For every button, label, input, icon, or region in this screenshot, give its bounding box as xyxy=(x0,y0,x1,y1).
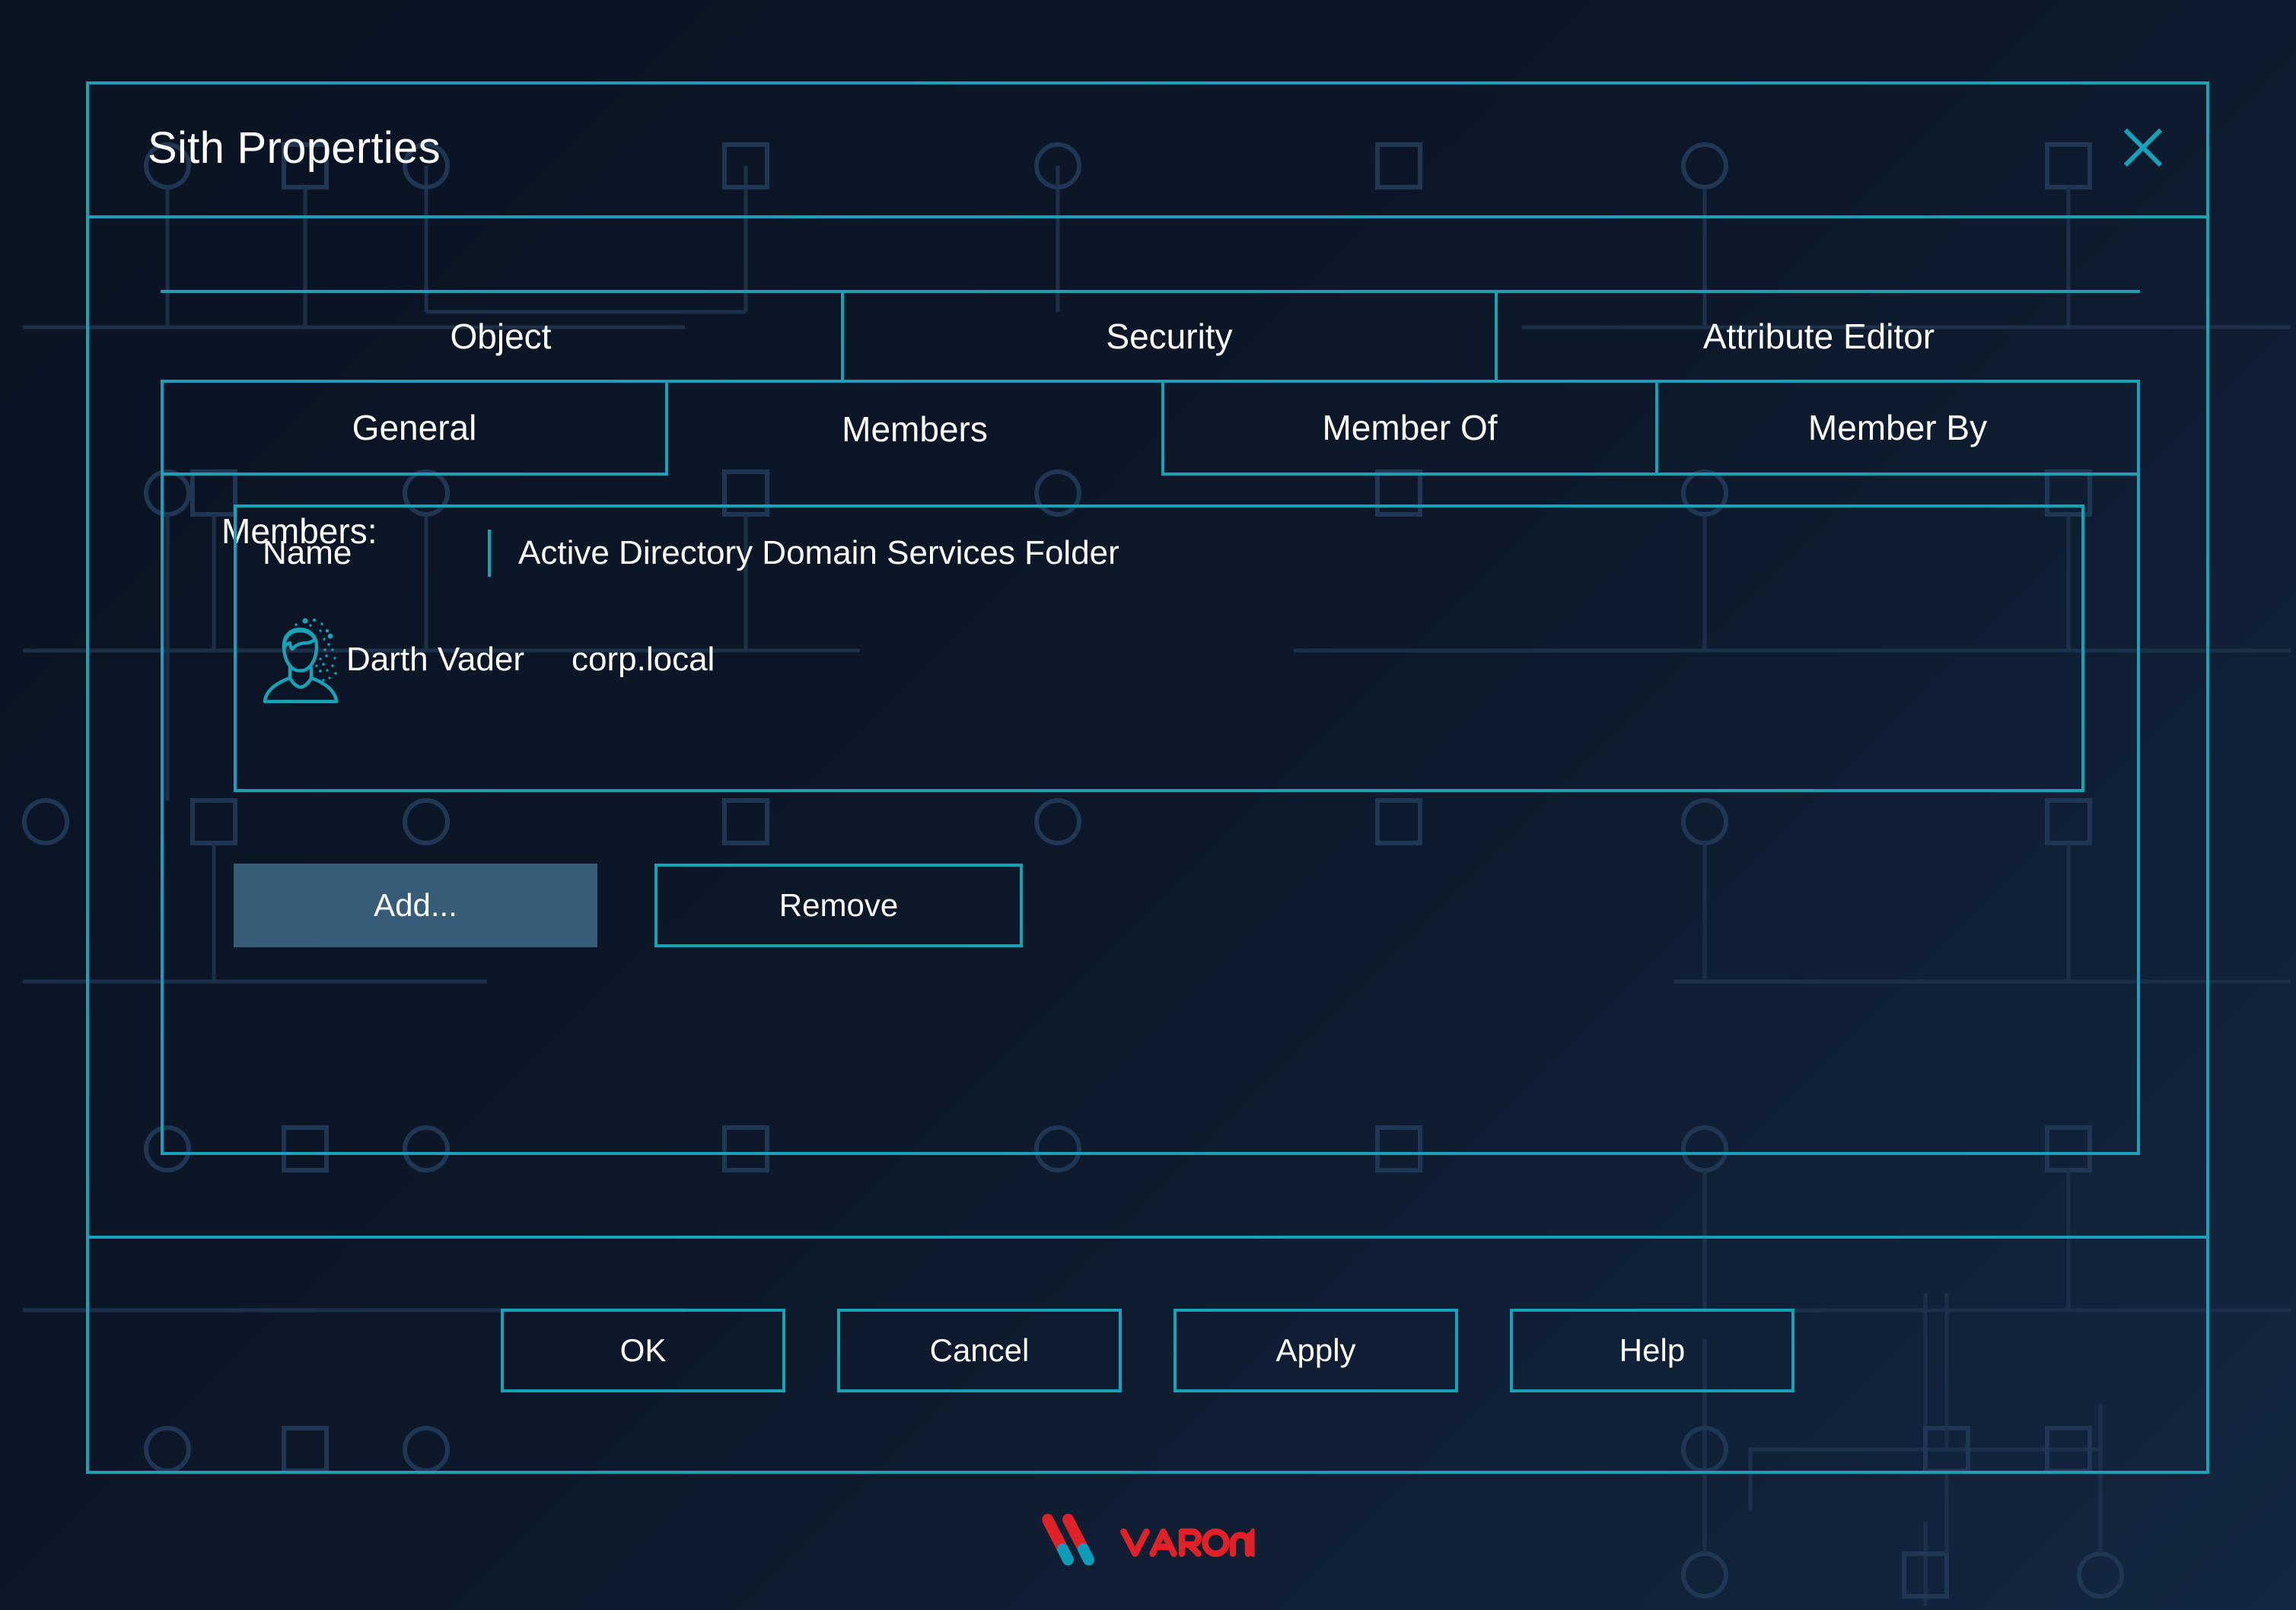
tab-row-primary: Object Security Attribute Editor xyxy=(161,290,2140,383)
dialog-footer: OK Cancel Apply Help xyxy=(89,1236,2206,1471)
tab-member-of[interactable]: Member Of xyxy=(1161,383,1658,476)
cancel-button[interactable]: Cancel xyxy=(837,1309,1122,1392)
column-header-ad-folder: Active Directory Domain Services Folder xyxy=(491,534,1119,572)
cancel-button-label: Cancel xyxy=(930,1332,1030,1369)
add-button[interactable]: Add... xyxy=(234,864,597,947)
column-header-name: Name xyxy=(237,534,488,572)
ok-button-label: OK xyxy=(620,1332,667,1369)
ok-button[interactable]: OK xyxy=(501,1309,785,1392)
screenshot-root: Sith Properties Object Security Attribut… xyxy=(0,0,2296,1610)
tab-label: Attribute Editor xyxy=(1703,316,1935,357)
apply-button-label: Apply xyxy=(1275,1332,1355,1369)
tab-label: Object xyxy=(451,316,552,357)
member-name: Darth Vader xyxy=(346,641,543,679)
remove-button[interactable]: Remove xyxy=(654,864,1023,947)
page-title: Sith Properties xyxy=(148,123,441,173)
tab-attribute-editor[interactable]: Attribute Editor xyxy=(1495,293,2140,380)
members-actions: Add... Remove xyxy=(234,864,1023,947)
user-avatar-icon xyxy=(255,616,346,704)
add-button-label: Add... xyxy=(374,887,457,924)
tab-general[interactable]: General xyxy=(161,383,668,476)
table-row[interactable]: Darth Vader corp.local xyxy=(237,599,2081,721)
tab-label: Member Of xyxy=(1322,407,1497,448)
tab-object[interactable]: Object xyxy=(161,293,841,380)
members-list[interactable]: Name Active Directory Domain Services Fo… xyxy=(234,504,2084,792)
apply-button[interactable]: Apply xyxy=(1173,1309,1458,1392)
close-icon[interactable] xyxy=(2115,119,2171,176)
tab-label: General xyxy=(352,407,477,448)
properties-dialog: Sith Properties Object Security Attribut… xyxy=(86,81,2209,1474)
tab-label: Security xyxy=(1106,316,1232,357)
remove-button-label: Remove xyxy=(779,887,898,924)
help-button-label: Help xyxy=(1619,1332,1685,1369)
tab-security[interactable]: Security xyxy=(841,293,1495,380)
varonis-logo: VARONIS xyxy=(1042,1513,1254,1571)
footer-button-group: OK Cancel Apply Help xyxy=(501,1309,1794,1392)
dialog-title-bar: Sith Properties xyxy=(89,84,2206,218)
tab-label: Member By xyxy=(1808,407,1987,448)
help-button[interactable]: Help xyxy=(1510,1309,1794,1392)
members-list-header: Name Active Directory Domain Services Fo… xyxy=(237,508,2081,599)
tab-label: Members xyxy=(842,409,988,450)
varonis-wordmark: VARONIS xyxy=(1119,1523,1254,1561)
varonis-chevron-mark xyxy=(1042,1513,1106,1571)
tab-members[interactable]: Members xyxy=(665,383,1164,476)
member-ad-folder: corp.local xyxy=(543,641,715,679)
tab-member-by[interactable]: Member By xyxy=(1655,383,2140,476)
tab-row-secondary: General Members Member Of Member By xyxy=(161,383,2140,476)
